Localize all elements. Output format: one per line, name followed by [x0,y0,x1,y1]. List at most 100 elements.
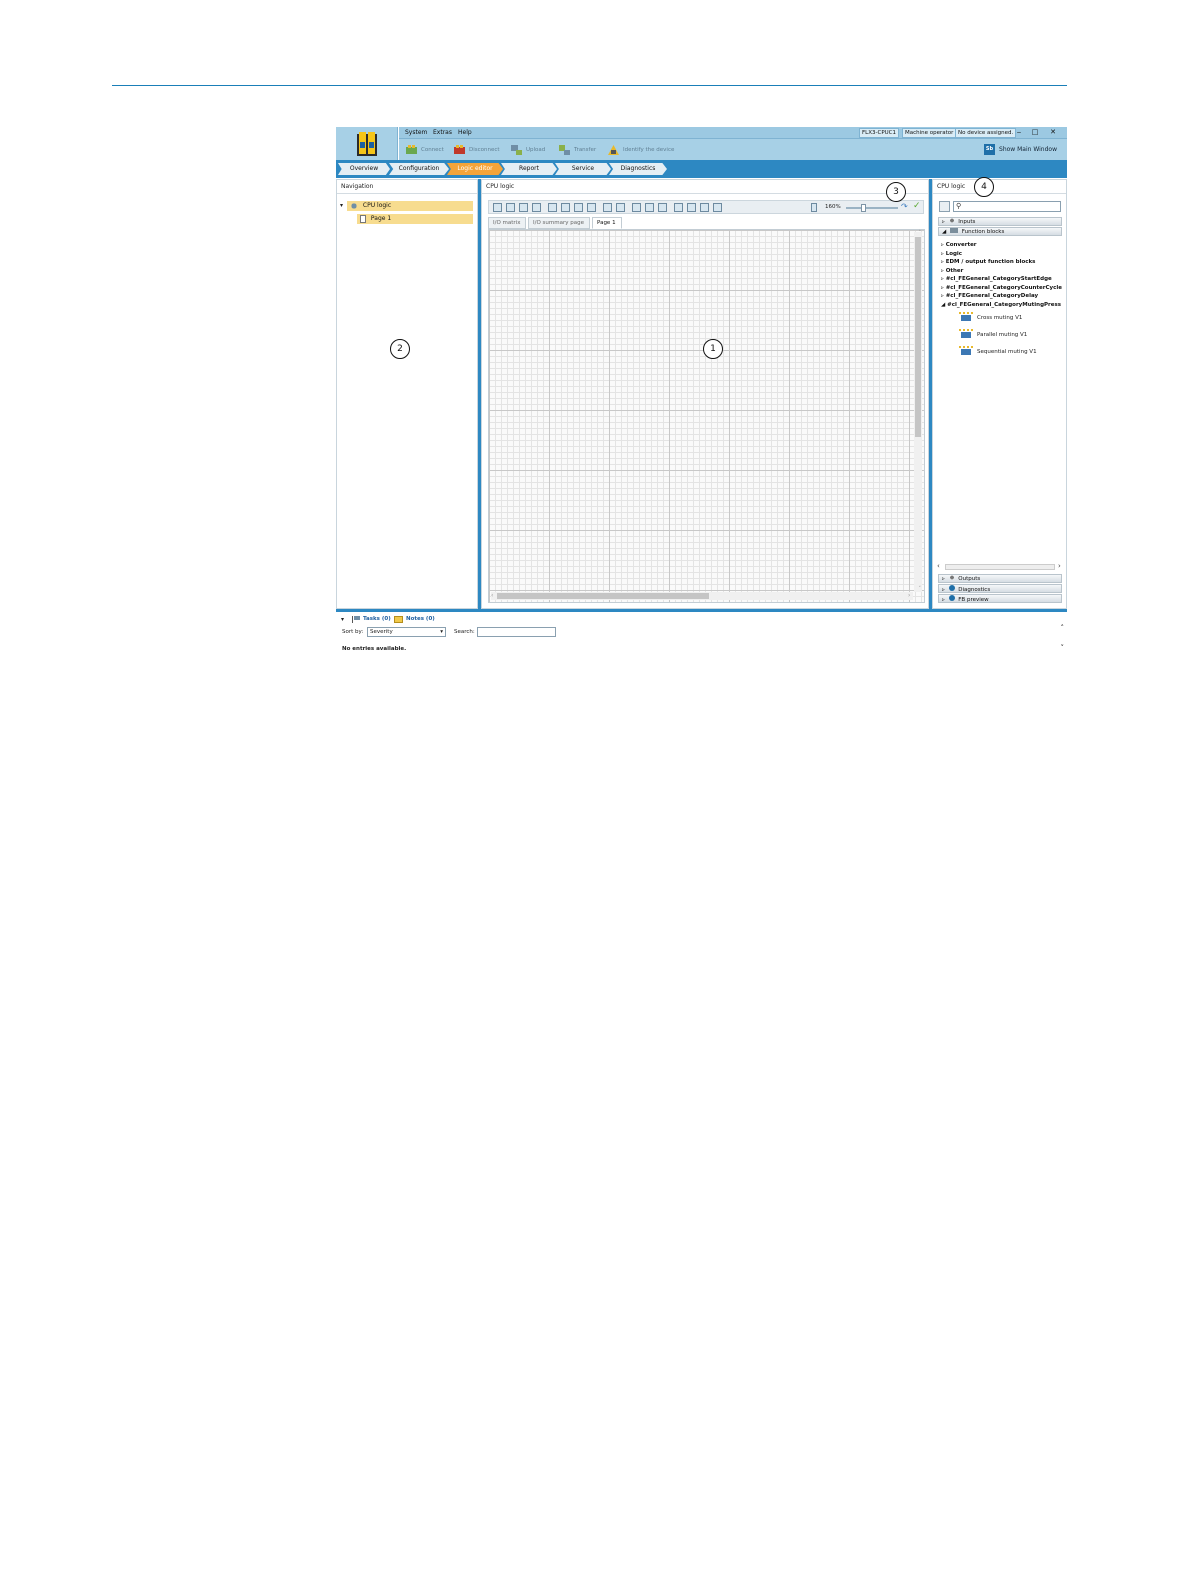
tab-service[interactable]: Service [555,163,611,175]
function-block-icon [949,228,958,233]
nav-item-cpu-logic[interactable]: CPU logic [347,201,473,211]
zoom-out-icon[interactable] [811,203,817,212]
route-icon[interactable] [645,203,654,212]
logic-canvas[interactable]: ˄ ˅ ‹ › [488,229,925,603]
tree-item-logic[interactable]: ▹ Logic [941,251,962,257]
tasks-tab[interactable]: Tasks (0) [363,616,391,622]
disconnect-label: Disconnect [469,146,500,153]
tree-item-start-edge[interactable]: ▹ #cl_FEGeneral_CategoryStartEdge [941,276,1052,282]
nav-item-page-1[interactable]: Page 1 [357,214,473,224]
transfer-button[interactable]: Transfer [558,143,596,156]
tree-collapsed-icon: ▹ [941,276,944,282]
upload-label: Upload [526,146,546,153]
zoom-fit-icon[interactable]: ↷ [901,202,908,211]
function-block-icon[interactable] [674,203,683,212]
show-main-window-button[interactable]: Sb Show Main Window [984,143,1057,156]
scroll-left-icon[interactable]: ‹ [937,562,940,570]
tab-logic-editor[interactable]: Logic editor [447,163,503,175]
canvas-horizontal-scrollbar[interactable] [491,592,913,600]
tree-item-label: #cl_FEGeneral_CategoryDelay [945,293,1039,299]
scroll-up-icon[interactable]: ˄ [919,230,922,236]
delete-icon[interactable] [587,203,596,212]
tab-configuration[interactable]: Configuration [389,163,449,175]
navigation-panel: Navigation ▾ CPU logic Page 1 [336,179,478,609]
connect-button[interactable]: Connect [405,143,444,156]
print-preview-icon[interactable] [519,203,528,212]
tree-collapse-icon[interactable]: ▾ [340,202,343,209]
disconnect-button[interactable]: Disconnect [453,143,500,156]
accordion-fb-preview[interactable]: ▹ FB preview [938,594,1062,603]
identify-device-button[interactable]: Identify the device [607,143,674,156]
copy-icon[interactable] [548,203,557,212]
tree-item-converter[interactable]: ▹ Converter [941,242,977,248]
accordion-diagnostics[interactable]: ▹ Diagnostics [938,584,1062,593]
export-icon[interactable] [506,203,515,212]
panel-collapse-icon[interactable]: ▾ [341,616,344,623]
notes-tab[interactable]: Notes (0) [406,616,435,622]
scroll-up-icon[interactable]: ˄ [1061,624,1065,632]
tab-overview[interactable]: Overview [338,163,390,175]
tree-item-edm-output[interactable]: ▹ EDM / output function blocks [941,259,1035,265]
menu-system[interactable]: System [405,129,427,136]
upload-button[interactable]: Upload [510,143,545,156]
scroll-down-icon[interactable]: ˅ [919,586,922,592]
report-icon[interactable] [700,203,709,212]
menu-bar: System Extras Help FLX3-CPUC1 Machine op… [399,127,1067,139]
accordion-function-blocks[interactable]: ◢ Function blocks [938,227,1062,236]
horizontal-scroll-thumb[interactable] [497,593,709,599]
accordion-function-blocks-label: Function blocks [961,229,1005,235]
tab-io-matrix[interactable]: I/O matrix [488,217,526,229]
fb-cross-muting[interactable]: Cross muting V1 [959,311,1022,325]
vertical-scroll-thumb[interactable] [915,237,921,437]
minimize-button[interactable]: ‒ [1012,128,1026,138]
paste-icon[interactable] [574,203,583,212]
library-search-input[interactable]: ⚲ [953,201,1061,212]
tree-item-muting-press[interactable]: ◢ #cl_FEGeneral_CategoryMutingPress [941,302,1061,308]
cut-icon[interactable] [561,203,570,212]
check-icon[interactable]: ✓ [913,201,921,211]
accordion-inputs[interactable]: ▹ Inputs [938,217,1062,226]
accordion-outputs[interactable]: ▹ Outputs [938,574,1062,583]
align-icon[interactable] [632,203,641,212]
print-icon[interactable] [532,203,541,212]
table-icon[interactable] [687,203,696,212]
library-horizontal-scrollbar[interactable] [945,564,1055,570]
sort-by-select[interactable]: Severity ▾ [367,627,446,637]
import-icon[interactable] [493,203,502,212]
zoom-slider[interactable] [846,207,898,209]
close-button[interactable]: ✕ [1046,128,1060,138]
tasks-search-input[interactable] [477,627,556,637]
menu-help[interactable]: Help [458,129,472,136]
scroll-left-icon[interactable]: ‹ [491,592,493,600]
tree-item-label: Converter [945,242,977,248]
page-icon [360,215,366,223]
canvas-vertical-scrollbar[interactable] [914,232,922,592]
settings-icon[interactable] [713,203,722,212]
zoom-slider-handle[interactable] [861,204,866,212]
grid-icon[interactable] [658,203,667,212]
accordion-expander-icon: ▹ [942,219,945,225]
tab-report[interactable]: Report [501,163,557,175]
safety-controller-icon [357,132,377,156]
scroll-right-icon[interactable]: › [908,592,910,600]
sort-by-label: Sort by: [342,629,364,635]
tree-item-counter-cycle[interactable]: ▹ #cl_FEGeneral_CategoryCounterCycle [941,285,1062,291]
tree-item-label: Logic [945,251,963,257]
fb-sequential-muting[interactable]: Sequential muting V1 [959,345,1037,359]
fb-parallel-muting[interactable]: Parallel muting V1 [959,328,1027,342]
connect-label: Connect [421,146,444,153]
scroll-down-icon[interactable]: ˅ [1061,644,1065,652]
pin-icon[interactable] [939,201,950,212]
undo-icon[interactable] [603,203,612,212]
user-role-status[interactable]: Machine operator [902,128,957,138]
menu-extras[interactable]: Extras [433,129,452,136]
tab-io-summary-page[interactable]: I/O summary page [528,217,590,229]
maximize-button[interactable]: □ [1028,128,1042,138]
scroll-right-icon[interactable]: › [1058,562,1061,570]
tree-item-other[interactable]: ▹ Other [941,268,963,274]
tab-diagnostics[interactable]: Diagnostics [609,163,667,175]
tab-page-1[interactable]: Page 1 [592,217,622,229]
tree-item-label: #cl_FEGeneral_CategoryCounterCycle [945,285,1062,291]
redo-icon[interactable] [616,203,625,212]
tree-item-delay[interactable]: ▹ #cl_FEGeneral_CategoryDelay [941,293,1038,299]
